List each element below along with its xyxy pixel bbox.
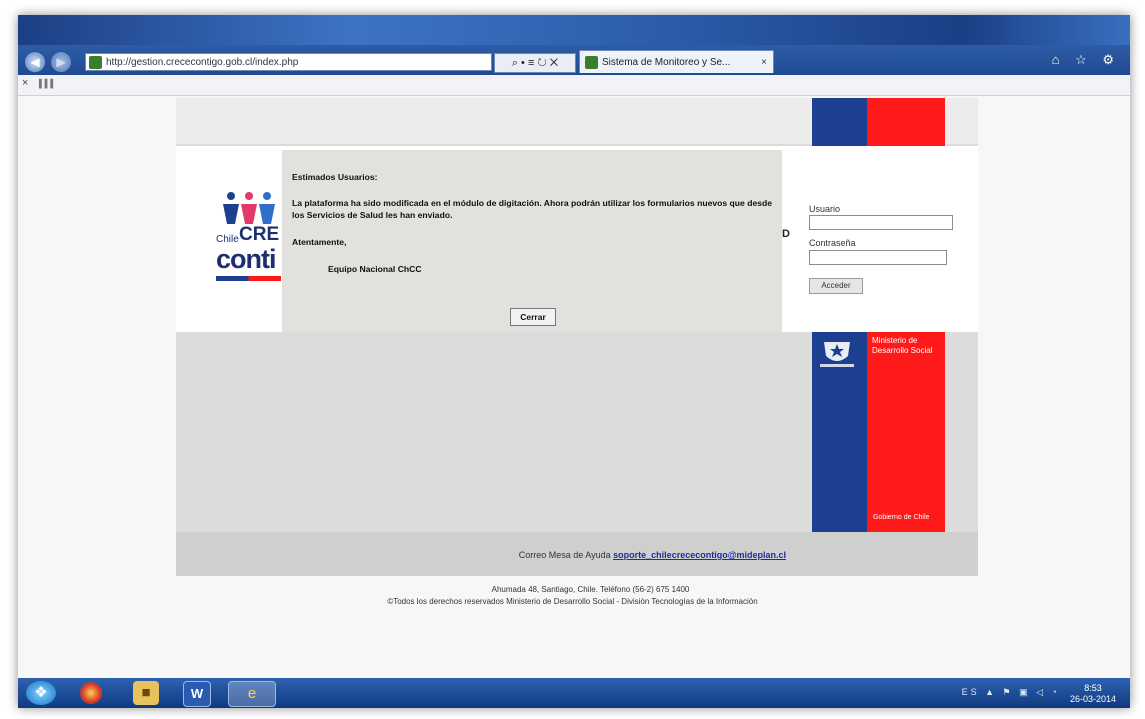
signal-icon: ▐▐▐: [36, 79, 54, 88]
address-text: http://gestion.crececontigo.gob.cl/index…: [106, 57, 299, 68]
government-label: Gobierno de Chile: [873, 514, 930, 521]
windows-taskbar: ❖ ■ W e ES ▲ ⚑ ▣ ◁ ◔ 8:53 26-03-2014: [18, 678, 1130, 708]
logo-cre: CRE: [239, 224, 280, 245]
ministry-name: Ministerio de Desarrollo Social: [872, 336, 933, 355]
partially-hidden-text: D: [782, 228, 790, 240]
screenshot-frame: ◀ ▶ http://gestion.crececontigo.gob.cl/i…: [18, 15, 1130, 708]
modal-greeting: Estimados Usuarios:: [292, 172, 378, 182]
help-desk-email-link[interactable]: soporte_chilecrececontigo@mideplan.cl: [613, 550, 786, 560]
modal-team: Equipo Nacional ChCC: [328, 264, 422, 274]
web-page: Chile CRE conti D Usuario Contraseña Acc…: [176, 98, 978, 576]
clock-time: 8:53: [1084, 683, 1102, 693]
forward-button[interactable]: ▶: [50, 51, 72, 73]
modal-close-button[interactable]: Cerrar: [510, 308, 556, 326]
announcement-modal: Estimados Usuarios: La plataforma ha sid…: [282, 150, 782, 332]
close-icon[interactable]: ×: [22, 77, 28, 89]
address-line: Ahumada 48, Santiago, Chile. Teléfono (5…: [491, 585, 690, 594]
modal-regards: Atentamente,: [292, 237, 347, 247]
logo-flag-bar: [216, 276, 281, 281]
browser-home-favorites-tools-icons[interactable]: ⌂ ☆ ⚙: [1052, 52, 1120, 68]
tab-sistema-monitoreo[interactable]: Sistema de Monitoreo y Se... ×: [579, 50, 774, 73]
chile-crece-contigo-logo: Chile CRE conti: [216, 190, 281, 281]
taskbar-clock[interactable]: 8:53 26-03-2014: [1070, 683, 1116, 705]
internet-explorer-icon[interactable]: e: [228, 681, 276, 707]
address-tools[interactable]: ⌕ • ≡ ↻ ✕: [494, 53, 576, 73]
address-bar[interactable]: http://gestion.crececontigo.gob.cl/index…: [85, 53, 492, 71]
logo-conti: conti: [216, 244, 276, 274]
password-input[interactable]: [809, 250, 947, 265]
help-desk-line: Correo Mesa de Ayuda soporte_chilecrecec…: [176, 550, 786, 560]
modal-message: La plataforma ha sido modificada en el m…: [292, 198, 773, 220]
user-input[interactable]: [809, 215, 953, 230]
tab-favicon-icon: [585, 56, 598, 69]
start-button-icon[interactable]: ❖: [26, 681, 56, 705]
chrome-icon[interactable]: [80, 682, 102, 704]
clock-date: 26-03-2014: [1069, 694, 1116, 704]
command-bar: × ▐▐▐: [18, 75, 1130, 96]
system-tray[interactable]: ES ▲ ⚑ ▣ ◁ ◔: [962, 687, 1060, 698]
user-label: Usuario: [809, 204, 841, 214]
children-figures-icon: [223, 192, 275, 224]
help-desk-label: Correo Mesa de Ayuda: [518, 550, 611, 560]
rights-line: ©Todos los derechos reservados Ministeri…: [387, 597, 758, 606]
login-submit-button[interactable]: Acceder: [809, 278, 863, 294]
password-label: Contraseña: [809, 238, 856, 248]
site-favicon-icon: [89, 56, 102, 69]
back-button[interactable]: ◀: [24, 51, 46, 73]
browser-titlebar: ◀ ▶ http://gestion.crececontigo.gob.cl/i…: [18, 15, 1130, 75]
explorer-folder-icon[interactable]: ■: [133, 681, 159, 705]
coat-of-arms-icon: [820, 342, 854, 367]
tab-title: Sistema de Monitoreo y Se...: [602, 57, 731, 68]
tab-close-icon[interactable]: ×: [761, 51, 767, 73]
word-icon[interactable]: W: [183, 681, 211, 707]
